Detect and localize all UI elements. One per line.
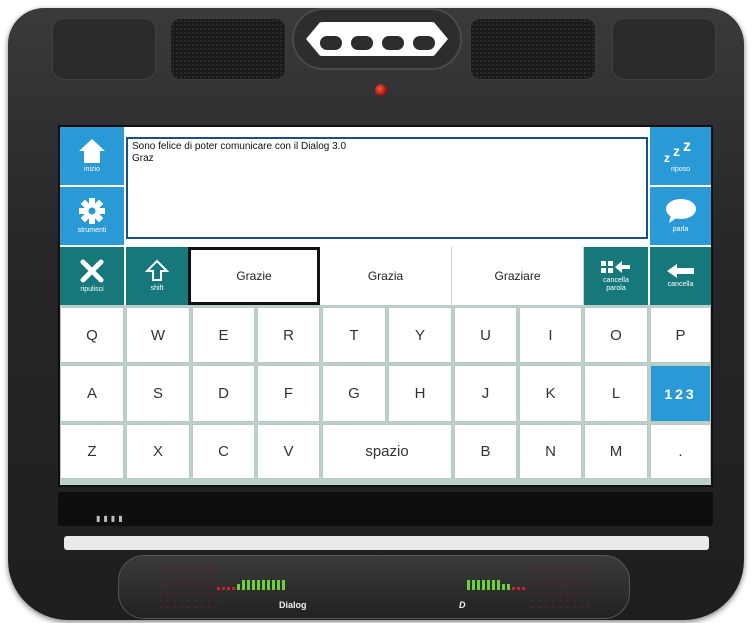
right-top-pad [612,18,716,80]
speech-bubble-icon [665,199,696,223]
key-d[interactable]: D [192,365,255,422]
key-o[interactable]: O [584,307,648,363]
touch-screen: inizio strumenti ripulisci shift Sono fe… [58,125,713,487]
delete-word-icon [601,261,630,273]
message-textarea[interactable]: Sono felice di poter comunicare con il D… [126,137,648,239]
device-base: Dialog D [118,555,630,619]
handle-grip [382,36,404,50]
left-brand-logo: Dialog [279,600,307,610]
home-label: inizio [84,166,100,173]
key-x[interactable]: X [126,424,190,479]
key-w[interactable]: W [126,307,190,363]
key-q[interactable]: Q [60,307,124,363]
shift-button[interactable]: shift [126,247,188,305]
key-k[interactable]: K [519,365,582,422]
key-v[interactable]: V [257,424,320,479]
speak-button[interactable]: parla [650,187,711,245]
right-brand-logo: D [459,600,466,610]
key-r[interactable]: R [257,307,320,363]
delete-label: cancella [667,281,694,288]
prediction-2[interactable]: Grazia [320,247,452,305]
key-p[interactable]: P [650,307,711,363]
speak-label: parla [672,226,689,233]
handle-opening [306,22,448,56]
key-b[interactable]: B [454,424,517,479]
close-icon [80,259,104,283]
key-u[interactable]: U [454,307,517,363]
svg-text:z: z [683,138,691,155]
svg-text:z: z [664,151,670,164]
message-line-2: Graz [132,153,154,164]
handle-grip [351,36,373,50]
shift-arrow-icon [145,259,169,281]
key-e[interactable]: E [192,307,255,363]
key-n[interactable]: N [519,424,582,479]
key-y[interactable]: Y [388,307,452,363]
right-base-speaker [529,562,589,612]
tools-button[interactable]: strumenti [60,187,124,245]
key-g[interactable]: G [322,365,386,422]
home-button[interactable]: inizio [60,127,124,185]
delete-button[interactable]: cancella [650,247,711,305]
camera-icon [375,84,387,96]
handle-grip [320,36,342,50]
home-icon [79,139,105,163]
carry-handle[interactable] [292,8,462,70]
sleep-zzz-icon: z z z [664,138,691,164]
left-base-speaker [157,562,217,612]
key-f[interactable]: F [257,365,320,422]
left-speaker-grill [170,18,286,80]
key-s[interactable]: S [126,365,190,422]
delete-word-label: cancella parola [603,277,629,292]
key-l[interactable]: L [584,365,648,422]
left-volume-meter [217,580,285,590]
sleep-label: riposo [670,166,691,173]
indicator-dots: ▮▮▮▮ [96,514,126,523]
tools-label: strumenti [77,227,107,234]
bottom-lip [64,536,709,550]
space-key[interactable]: spazio [322,424,452,479]
delete-word-button[interactable]: cancella parola [584,247,648,305]
right-volume-meter [467,580,525,590]
shift-label: shift [150,285,164,292]
key-period[interactable]: . [650,424,711,479]
key-t[interactable]: T [322,307,386,363]
prediction-1[interactable]: Grazie [188,247,320,305]
handle-grip [413,36,435,50]
left-top-pad [52,18,156,80]
lower-bezel [58,492,713,526]
right-speaker-grill [470,18,596,80]
key-j[interactable]: J [454,365,517,422]
key-c[interactable]: C [192,424,255,479]
gear-icon [79,198,105,224]
key-i[interactable]: I [519,307,582,363]
clear-button[interactable]: ripulisci [60,247,124,305]
numbers-toggle-button[interactable]: 123 [650,365,711,422]
message-line-1: Sono felice di poter comunicare con il D… [132,141,347,152]
backspace-arrow-icon [666,264,694,278]
key-z[interactable]: Z [60,424,124,479]
key-h[interactable]: H [388,365,452,422]
svg-text:z: z [673,143,680,159]
key-a[interactable]: A [60,365,124,422]
prediction-3[interactable]: Graziare [452,247,584,305]
clear-label: ripulisci [80,286,104,293]
sleep-button[interactable]: z z z riposo [650,127,711,185]
key-m[interactable]: M [584,424,648,479]
